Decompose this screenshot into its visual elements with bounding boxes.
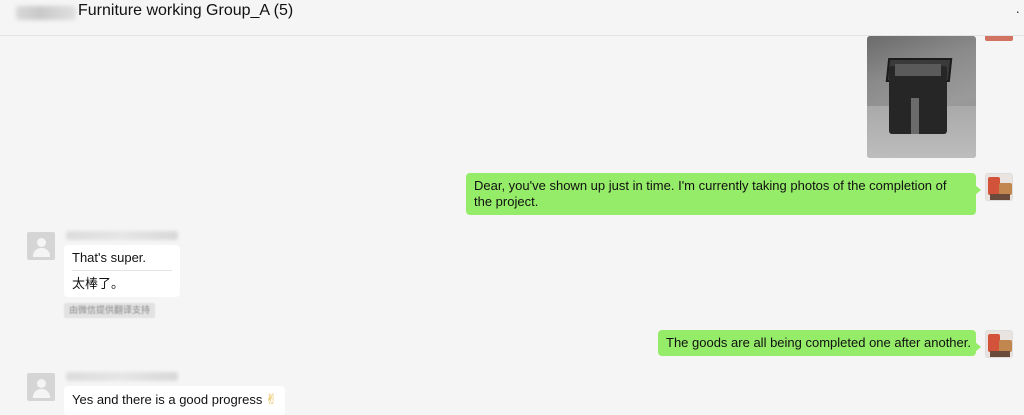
photo-cabinet-inner bbox=[895, 64, 941, 76]
message-bubble-self[interactable]: Dear, you've shown up just in time. I'm … bbox=[466, 173, 981, 215]
blurred-group-prefix bbox=[16, 6, 76, 20]
translation-divider bbox=[72, 270, 172, 271]
self-avatar[interactable] bbox=[985, 330, 1013, 358]
message-bubble-other[interactable]: That's super. 太棒了。 bbox=[64, 245, 180, 297]
other-avatar[interactable] bbox=[27, 373, 55, 401]
clapping-hands-emoji-icon: ✌ bbox=[265, 391, 278, 407]
message-bubble-other[interactable]: Yes and there is a good progress ✌ bbox=[64, 386, 285, 415]
more-dots-icon[interactable]: · bbox=[1015, 4, 1020, 18]
chat-image-cabinet[interactable] bbox=[867, 36, 976, 158]
message-translation: 太棒了。 bbox=[72, 276, 125, 291]
self-avatar-partial[interactable] bbox=[985, 36, 1013, 41]
translation-badge: 由微信提供翻译支持 bbox=[64, 303, 156, 318]
blurred-sender-name bbox=[66, 231, 178, 240]
message-text: The goods are all being completed one af… bbox=[666, 335, 971, 350]
message-text: Dear, you've shown up just in time. I'm … bbox=[474, 178, 947, 209]
message-text: Yes and there is a good progress bbox=[72, 392, 263, 407]
blurred-sender-name bbox=[66, 372, 178, 381]
other-avatar[interactable] bbox=[27, 232, 55, 260]
message-bubble-self[interactable]: The goods are all being completed one af… bbox=[658, 330, 981, 356]
chat-title[interactable]: Furniture working Group_A (5) bbox=[78, 0, 293, 22]
chat-header: Furniture working Group_A (5) · bbox=[0, 0, 1024, 36]
photo-cabinet-slot bbox=[911, 98, 919, 134]
self-avatar[interactable] bbox=[985, 173, 1013, 201]
message-text: That's super. bbox=[72, 250, 147, 265]
